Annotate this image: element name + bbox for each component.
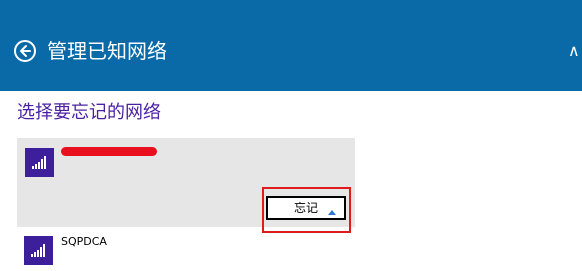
forget-button-label: 忘记 bbox=[293, 201, 318, 215]
network-name[interactable]: SQPDCA bbox=[61, 235, 107, 249]
network-name-redacted bbox=[61, 147, 157, 156]
wifi-signal-icon bbox=[25, 148, 54, 177]
forget-button[interactable]: 忘记 bbox=[266, 196, 346, 220]
cursor-icon bbox=[328, 210, 336, 215]
back-arrow-icon[interactable] bbox=[14, 40, 36, 62]
section-title: 选择要忘记的网络 bbox=[17, 102, 161, 123]
header-bar: 管理已知网络 ∧ bbox=[0, 0, 582, 91]
edge-chevron-icon: ∧ bbox=[568, 41, 580, 60]
page-title: 管理已知网络 bbox=[47, 39, 167, 63]
wifi-signal-icon[interactable] bbox=[24, 236, 53, 265]
